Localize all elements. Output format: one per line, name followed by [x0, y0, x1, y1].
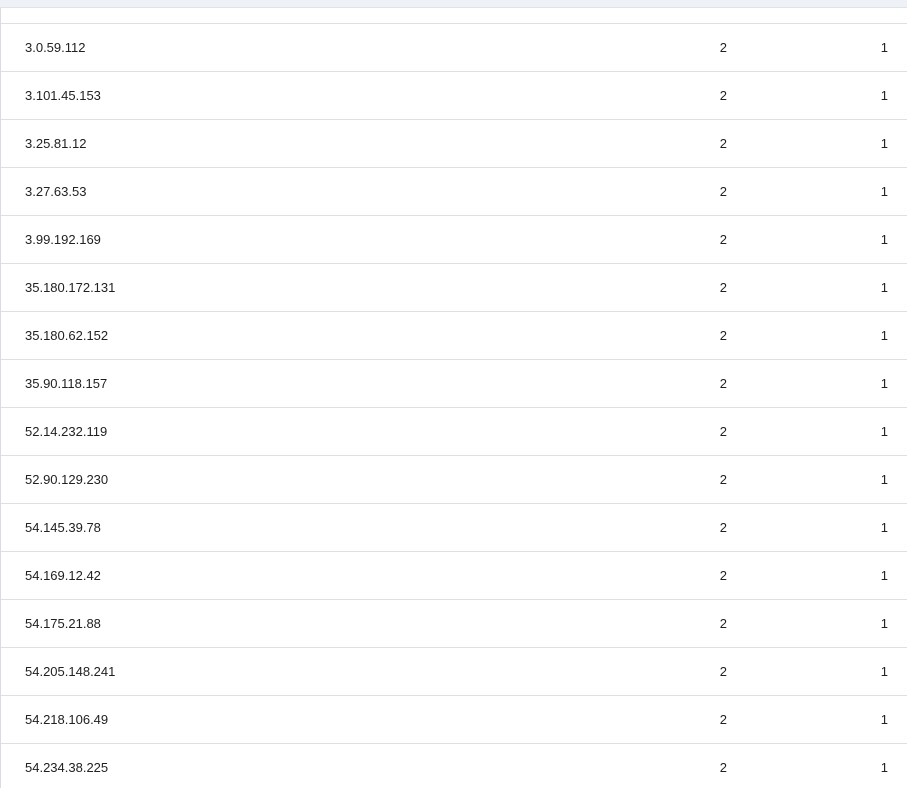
count-cell: 2	[719, 616, 727, 631]
value-cell: 1	[880, 328, 888, 343]
table-row[interactable]: 35.180.62.152 2 1	[1, 312, 907, 360]
ip-address-cell: 3.99.192.169	[25, 232, 101, 247]
table-row[interactable]: 54.218.106.49 2 1	[1, 696, 907, 744]
page-header-strip	[0, 0, 907, 8]
table-row[interactable]: 3.27.63.53 2 1	[1, 168, 907, 216]
table-row[interactable]: 54.205.148.241 2 1	[1, 648, 907, 696]
table-row[interactable]: 35.180.172.131 2 1	[1, 264, 907, 312]
value-cell: 1	[880, 280, 888, 295]
ip-address-cell: 35.90.118.157	[25, 376, 108, 391]
count-cell: 2	[719, 328, 727, 343]
ip-address-cell: 54.218.106.49	[25, 712, 109, 727]
table-row[interactable]: 52.90.129.230 2 1	[1, 456, 907, 504]
ip-address-cell: 3.0.59.112	[25, 40, 86, 55]
count-cell: 2	[719, 88, 727, 103]
count-cell: 2	[719, 376, 727, 391]
ip-table: 3.0.59.112 2 1 3.101.45.153 2 1 3.25.81.…	[0, 8, 907, 788]
ip-address-cell: 54.205.148.241	[25, 664, 116, 679]
count-cell: 2	[719, 568, 727, 583]
count-cell: 2	[719, 232, 727, 247]
table-row[interactable]: 54.234.38.225 2 1	[1, 744, 907, 788]
ip-address-cell: 35.180.172.131	[25, 280, 116, 295]
value-cell: 1	[880, 760, 888, 775]
count-cell: 2	[719, 664, 727, 679]
ip-address-cell: 54.145.39.78	[25, 520, 101, 535]
value-cell: 1	[880, 424, 888, 439]
ip-address-cell: 3.25.81.12	[25, 136, 87, 151]
table-row[interactable]: 3.101.45.153 2 1	[1, 72, 907, 120]
table-row[interactable]: 35.90.118.157 2 1	[1, 360, 907, 408]
count-cell: 2	[719, 760, 727, 775]
value-cell: 1	[880, 40, 888, 55]
count-cell: 2	[719, 136, 727, 151]
value-cell: 1	[880, 136, 888, 151]
table-row[interactable]: 54.169.12.42 2 1	[1, 552, 907, 600]
ip-address-cell: 54.234.38.225	[25, 760, 109, 775]
count-cell: 2	[719, 712, 727, 727]
value-cell: 1	[880, 376, 888, 391]
value-cell: 1	[880, 232, 888, 247]
table-header-spacer	[1, 8, 907, 24]
value-cell: 1	[880, 184, 888, 199]
value-cell: 1	[880, 88, 888, 103]
ip-address-cell: 3.27.63.53	[25, 184, 87, 199]
value-cell: 1	[880, 712, 888, 727]
count-cell: 2	[719, 520, 727, 535]
ip-address-cell: 3.101.45.153	[25, 88, 101, 103]
table-row[interactable]: 54.175.21.88 2 1	[1, 600, 907, 648]
ip-address-cell: 52.14.232.119	[25, 424, 108, 439]
table-row[interactable]: 54.145.39.78 2 1	[1, 504, 907, 552]
ip-address-cell: 35.180.62.152	[25, 328, 109, 343]
table-row[interactable]: 52.14.232.119 2 1	[1, 408, 907, 456]
table-row[interactable]: 3.0.59.112 2 1	[1, 24, 907, 72]
value-cell: 1	[880, 664, 888, 679]
table-row[interactable]: 3.25.81.12 2 1	[1, 120, 907, 168]
value-cell: 1	[880, 568, 888, 583]
value-cell: 1	[880, 616, 888, 631]
ip-address-cell: 52.90.129.230	[25, 472, 109, 487]
count-cell: 2	[719, 184, 727, 199]
value-cell: 1	[880, 520, 888, 535]
count-cell: 2	[719, 280, 727, 295]
count-cell: 2	[719, 40, 727, 55]
count-cell: 2	[719, 424, 727, 439]
ip-address-cell: 54.175.21.88	[25, 616, 101, 631]
table-row[interactable]: 3.99.192.169 2 1	[1, 216, 907, 264]
count-cell: 2	[719, 472, 727, 487]
ip-address-cell: 54.169.12.42	[25, 568, 101, 583]
value-cell: 1	[880, 472, 888, 487]
